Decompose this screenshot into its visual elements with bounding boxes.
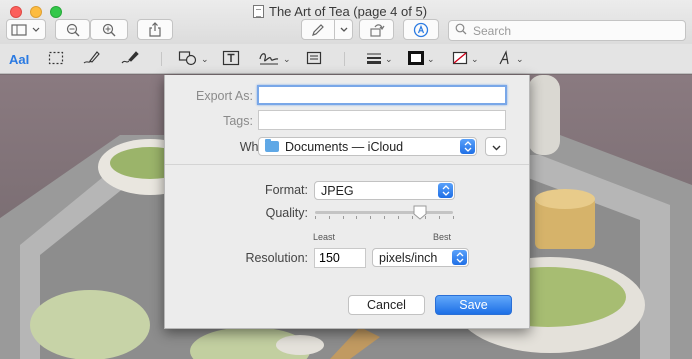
slider-tick <box>384 216 385 219</box>
zoom-out-button[interactable] <box>55 19 90 40</box>
share-icon <box>149 22 161 37</box>
cancel-button[interactable]: Cancel <box>348 295 425 315</box>
line-style-icon <box>366 51 382 68</box>
expand-browser-button[interactable] <box>485 137 507 156</box>
font-icon <box>497 49 513 69</box>
sign-tool[interactable]: ⌄ <box>258 50 291 68</box>
shapes-tool[interactable]: ⌄ <box>178 50 209 68</box>
font-tool[interactable]: ⌄ <box>497 49 524 69</box>
sketch-tool[interactable] <box>82 50 102 68</box>
format-popup[interactable]: JPEG <box>314 181 455 200</box>
quality-max-label: Best <box>433 232 452 242</box>
rotate-button[interactable] <box>359 19 394 40</box>
search-icon <box>455 23 467 38</box>
slider-tick <box>439 216 440 219</box>
slider-tick <box>356 216 357 219</box>
markup-button[interactable] <box>403 19 439 40</box>
toolbar-divider <box>161 52 162 66</box>
document-icon <box>253 4 264 18</box>
border-color-icon <box>408 50 424 68</box>
title-bar: The Art of Tea (page 4 of 5) Search <box>0 0 692 44</box>
stepper-icon <box>438 183 453 198</box>
zoom-in-icon <box>102 23 116 37</box>
minimize-button[interactable] <box>30 6 42 18</box>
slider-tick <box>398 216 399 219</box>
chevron-down-icon <box>340 27 348 33</box>
format-label: Format: <box>264 183 308 197</box>
sign-icon <box>258 50 280 69</box>
slider-track <box>315 211 453 214</box>
format-value: JPEG <box>321 183 354 198</box>
zoom-button[interactable] <box>50 6 62 18</box>
export-sheet: Export As: Tags: Where: Documents — iClo… <box>164 75 530 329</box>
folder-icon <box>265 139 279 152</box>
slider-thumb[interactable] <box>413 205 427 220</box>
slider-tick <box>315 216 316 219</box>
stepper-icon <box>452 250 467 265</box>
quality-slider[interactable] <box>315 203 455 221</box>
quality-label: Quality: <box>265 206 308 220</box>
export-as-label: Export As: <box>196 89 253 103</box>
where-popup[interactable]: Documents — iCloud <box>258 137 477 156</box>
sketch-icon <box>82 50 102 69</box>
where-value: Documents — iCloud <box>285 139 404 154</box>
chevron-down-icon: ⌄ <box>427 53 435 64</box>
text-box-icon <box>222 50 240 69</box>
chevron-down-icon: ⌄ <box>516 53 524 64</box>
slider-tick <box>453 216 454 219</box>
search-field[interactable]: Search <box>448 20 686 41</box>
rotate-icon <box>369 23 385 37</box>
pen-icon <box>311 23 325 37</box>
slider-tick <box>370 216 371 219</box>
zoom-out-icon <box>66 23 80 37</box>
border-color-tool[interactable]: ⌄ <box>408 50 435 68</box>
export-as-field[interactable] <box>257 85 507 105</box>
window-title-area: The Art of Tea (page 4 of 5) <box>253 3 427 19</box>
resolution-unit-popup[interactable]: pixels/inch <box>372 248 469 267</box>
search-placeholder: Search <box>473 23 512 38</box>
markup-toolbar: AaI ⌄ ⌄ ⌄ ⌄ ⌄ ⌄ <box>0 44 692 74</box>
share-button[interactable] <box>137 19 173 40</box>
resolution-field[interactable] <box>314 248 366 268</box>
shapes-icon <box>178 50 198 69</box>
fill-color-tool[interactable]: ⌄ <box>452 50 479 68</box>
chevron-down-icon: ⌄ <box>201 53 209 64</box>
text-box-tool[interactable] <box>222 50 240 68</box>
selection-icon <box>48 51 64 68</box>
note-tool[interactable] <box>306 50 322 68</box>
sidebar-icon <box>11 23 41 36</box>
toolbar-divider <box>344 52 345 66</box>
fill-color-icon <box>452 51 468 68</box>
save-label: Save <box>459 298 488 312</box>
draw-icon <box>120 50 140 69</box>
chevron-down-icon <box>492 140 501 154</box>
close-button[interactable] <box>10 6 22 18</box>
cancel-label: Cancel <box>367 298 406 312</box>
tags-label: Tags: <box>223 114 253 128</box>
quality-min-label: Least <box>313 232 336 242</box>
line-style-tool[interactable]: ⌄ <box>366 50 393 68</box>
resolution-label: Resolution: <box>245 251 308 265</box>
chevron-down-icon: ⌄ <box>471 53 479 64</box>
chevron-down-icon: ⌄ <box>385 53 393 64</box>
text-style-tool[interactable]: AaI <box>9 50 29 68</box>
note-icon <box>306 51 322 68</box>
sidebar-button[interactable] <box>6 19 46 40</box>
chevron-down-icon: ⌄ <box>283 53 291 64</box>
window-title: The Art of Tea (page 4 of 5) <box>269 3 428 19</box>
slider-tick <box>343 216 344 219</box>
draw-tool[interactable] <box>120 50 140 68</box>
slider-tick <box>329 216 330 219</box>
pen-button[interactable] <box>301 19 335 40</box>
tags-field[interactable] <box>258 110 506 130</box>
selection-tool[interactable] <box>48 50 64 68</box>
save-button[interactable]: Save <box>435 295 512 315</box>
sheet-divider <box>165 164 529 165</box>
resolution-unit-value: pixels/inch <box>379 250 438 265</box>
pen-options-button[interactable] <box>334 19 353 40</box>
zoom-in-button[interactable] <box>90 19 128 40</box>
stepper-icon <box>460 139 475 154</box>
text-style-label: AaI <box>9 51 30 67</box>
markup-icon <box>413 22 429 38</box>
